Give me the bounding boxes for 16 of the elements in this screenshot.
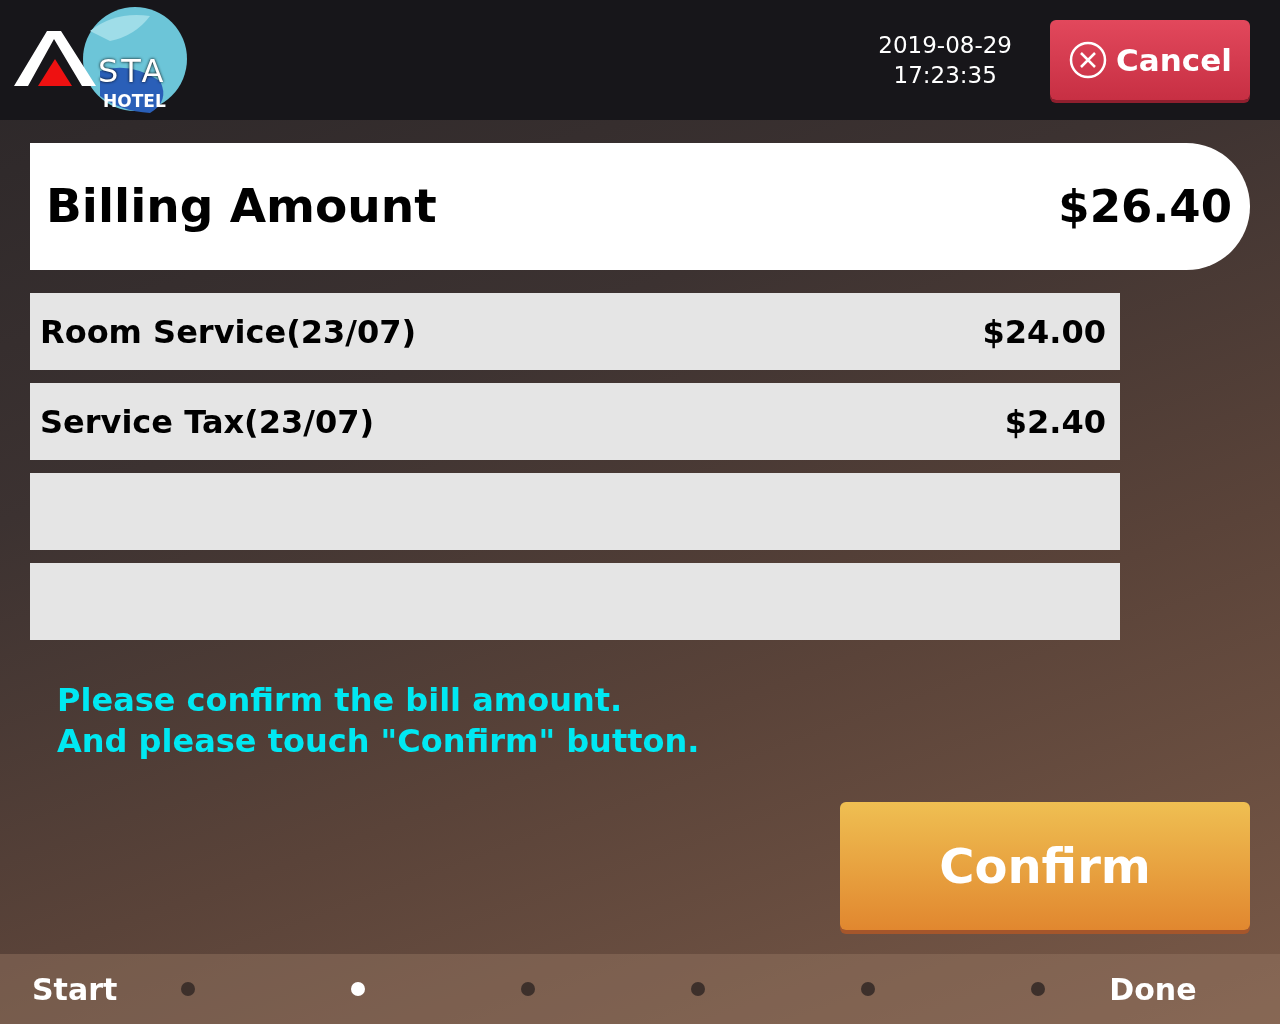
start-label: Start [32,970,118,1009]
instruction-text: And please touch "Confirm" button. [57,721,701,762]
item-amount: $24.00 [982,311,1106,353]
item-description: Service Tax(23/07) [40,401,375,443]
billing-label: Billing Amount [46,177,437,236]
time-text: 17:23:35 [892,61,998,90]
logo-subtext: HOTEL [103,92,166,110]
cancel-button[interactable]: Cancel [1050,20,1250,100]
logo-text: STA [98,54,167,87]
billing-amount: $26.40 [1058,178,1232,235]
date-text: 2019-08-29 [878,31,1012,60]
close-icon [1068,40,1109,80]
item-amount: $2.40 [1004,401,1106,443]
done-label: Done [1109,970,1197,1009]
item-description: Room Service(23/07) [40,311,417,353]
instruction-text: Please confirm the bill amount. [57,680,624,721]
